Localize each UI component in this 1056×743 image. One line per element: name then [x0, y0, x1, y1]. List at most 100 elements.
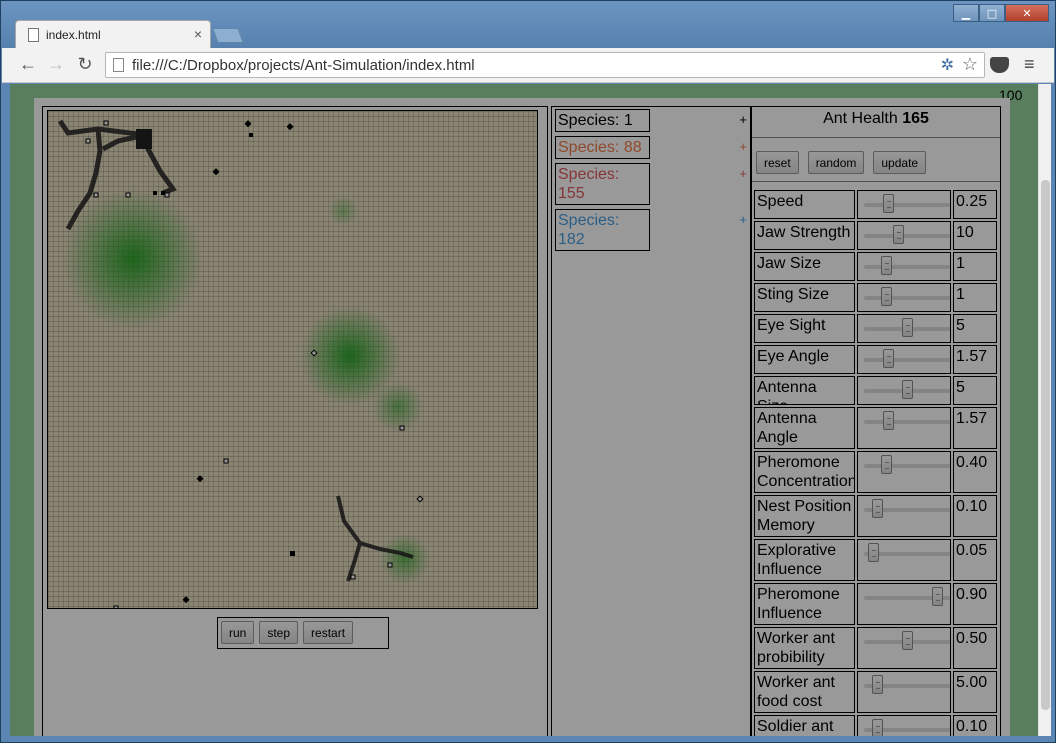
param-slider[interactable] [857, 671, 951, 713]
slider-track[interactable] [864, 265, 950, 269]
param-value-input[interactable]: 0.05 [953, 539, 997, 581]
param-slider[interactable] [857, 252, 951, 281]
menu-icon[interactable]: ≡ [1024, 54, 1035, 75]
close-window-button[interactable]: ✕ [1005, 4, 1049, 22]
slider-track[interactable] [864, 234, 950, 238]
reset-button[interactable]: reset [756, 151, 799, 174]
param-slider[interactable] [857, 376, 951, 405]
slider-track[interactable] [864, 358, 950, 362]
page-viewport: 100 run step restart Species: 1 + Specie… [10, 84, 1038, 736]
param-slider[interactable] [857, 345, 951, 374]
param-value-input[interactable]: 0.90 [953, 583, 997, 625]
slider-handle[interactable] [902, 380, 913, 399]
slider-track[interactable] [864, 464, 950, 468]
param-label: Jaw Size [754, 252, 855, 281]
slider-handle[interactable] [883, 349, 894, 368]
param-slider[interactable] [857, 451, 951, 493]
slider-handle[interactable] [871, 719, 883, 736]
species-item-88[interactable]: Species: 88 [555, 136, 650, 159]
vertical-scrollbar[interactable] [1038, 84, 1051, 736]
new-tab-button[interactable] [212, 28, 244, 43]
species-plus-icon[interactable]: + [739, 112, 747, 127]
divider [752, 181, 1000, 182]
address-bar[interactable]: file:///C:/Dropbox/projects/Ant-Simulati… [105, 52, 985, 78]
step-button[interactable]: step [259, 621, 299, 644]
slider-handle[interactable] [867, 543, 879, 562]
maximize-button[interactable]: □ [979, 4, 1005, 22]
param-slider[interactable] [857, 314, 951, 343]
slider-handle[interactable] [871, 499, 883, 518]
species-item-155[interactable]: Species: 155 [555, 163, 650, 205]
param-label: Jaw Strength [754, 221, 855, 250]
run-button[interactable]: run [221, 621, 255, 644]
back-icon[interactable]: ← [16, 54, 40, 75]
browser-tab[interactable]: index.html × [15, 20, 211, 49]
param-value-input[interactable]: 0.10 [953, 715, 997, 736]
slider-handle[interactable] [883, 411, 894, 430]
slider-handle[interactable] [902, 318, 913, 337]
divider [752, 137, 1000, 138]
param-slider[interactable] [857, 495, 951, 537]
ant-health: Ant Health 165 [752, 110, 1000, 128]
slider-handle[interactable] [880, 287, 892, 306]
slider-handle[interactable] [871, 675, 883, 694]
param-slider[interactable] [857, 221, 951, 250]
slider-track[interactable] [864, 203, 950, 207]
reload-icon[interactable]: ↻ [73, 54, 97, 75]
species-item-1[interactable]: Species: 1 [555, 109, 650, 132]
food-source [380, 534, 430, 584]
species-plus-icon[interactable]: + [739, 166, 747, 181]
param-value-input[interactable]: 1.57 [953, 407, 997, 449]
param-value-input[interactable]: 0.40 [953, 451, 997, 493]
update-button[interactable]: update [873, 151, 927, 174]
param-slider[interactable] [857, 583, 951, 625]
restart-button[interactable]: restart [303, 621, 354, 644]
species-plus-icon[interactable]: + [739, 139, 747, 154]
simulation-map[interactable] [47, 110, 538, 609]
scrollbar-thumb[interactable] [1041, 180, 1050, 710]
health-label: Ant Health [823, 110, 898, 127]
param-value-input[interactable]: 5 [953, 314, 997, 343]
param-slider[interactable] [857, 715, 951, 736]
species-item-182[interactable]: Species: 182 [555, 209, 650, 251]
param-label: Nest Position Memory [754, 495, 855, 537]
food-source [63, 189, 203, 329]
param-label: Antenna Angle [754, 407, 855, 449]
slider-track[interactable] [864, 420, 950, 424]
param-value-input[interactable]: 1.57 [953, 345, 997, 374]
slider-handle[interactable] [902, 631, 913, 650]
param-value-input[interactable]: 1 [953, 283, 997, 312]
minimize-button[interactable]: ▁ [953, 4, 979, 22]
random-button[interactable]: random [807, 151, 865, 174]
close-tab-icon[interactable]: × [194, 26, 202, 42]
param-value-input[interactable]: 0.25 [953, 190, 997, 219]
slider-handle[interactable] [892, 225, 904, 244]
param-value-input[interactable]: 10 [953, 221, 997, 250]
page-icon [28, 28, 39, 42]
food-source [328, 196, 358, 226]
param-slider[interactable] [857, 283, 951, 312]
param-value-input[interactable]: 5 [953, 376, 997, 405]
species-list: Species: 1 + Species: 88 + Species: 155 … [551, 106, 751, 736]
param-slider[interactable] [857, 190, 951, 219]
param-value-input[interactable]: 0.10 [953, 495, 997, 537]
param-slider[interactable] [857, 627, 951, 669]
param-value-input[interactable]: 0.50 [953, 627, 997, 669]
bookmark-star-icon[interactable]: ☆ [962, 54, 978, 75]
param-slider[interactable] [857, 539, 951, 581]
slider-handle[interactable] [880, 455, 892, 474]
panel-buttons: reset random update [756, 151, 927, 174]
param-slider[interactable] [857, 407, 951, 449]
param-label: Speed [754, 190, 855, 219]
species-settings-panel: Ant Health 165 reset random update Speed… [751, 106, 1001, 736]
slider-handle[interactable] [880, 256, 892, 275]
extension-icon[interactable]: ✲ [941, 55, 954, 75]
slider-track[interactable] [864, 296, 950, 300]
slider-handle[interactable] [932, 587, 944, 606]
param-value-input[interactable]: 1 [953, 252, 997, 281]
forward-icon[interactable]: → [44, 54, 68, 75]
pocket-icon[interactable] [990, 57, 1009, 73]
species-plus-icon[interactable]: + [739, 212, 747, 227]
slider-handle[interactable] [883, 194, 894, 213]
param-value-input[interactable]: 5.00 [953, 671, 997, 713]
